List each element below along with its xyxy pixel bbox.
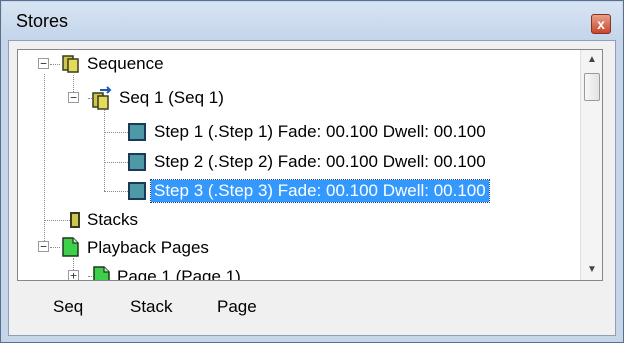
expand-expander[interactable]: + xyxy=(68,270,79,280)
step-icon xyxy=(128,123,146,141)
tree-node-step-3[interactable]: Step 3 (.Step 3) Fade: 00.100 Dwell: 00.… xyxy=(150,178,490,204)
title-bar[interactable]: Stores x xyxy=(2,2,622,40)
tree-node-playback-pages[interactable]: Playback Pages xyxy=(84,235,212,261)
tree-connector xyxy=(104,132,128,133)
stores-tree-view: − Sequence − Seq 1 (Seq 1) Step 1 (.Step… xyxy=(17,49,603,281)
tree-connector xyxy=(50,247,60,248)
scroll-thumb[interactable] xyxy=(584,73,600,101)
tree-node-label: Page 1 (Page 1) xyxy=(117,267,241,281)
close-icon: x xyxy=(597,16,605,32)
close-button[interactable]: x xyxy=(591,14,611,34)
tree-content: − Sequence − Seq 1 (Seq 1) Step 1 (.Step… xyxy=(18,50,580,280)
tree-node-label: Seq 1 (Seq 1) xyxy=(119,88,224,107)
tree-node-label: Step 2 (.Step 2) Fade: 00.100 Dwell: 00.… xyxy=(154,152,486,171)
tree-node-sequence[interactable]: Sequence xyxy=(84,51,167,77)
tree-node-step-1[interactable]: Step 1 (.Step 1) Fade: 00.100 Dwell: 00.… xyxy=(151,119,489,145)
tree-node-step-2[interactable]: Step 2 (.Step 2) Fade: 00.100 Dwell: 00.… xyxy=(151,149,489,175)
tree-connector xyxy=(104,162,128,163)
page-icon xyxy=(62,237,79,257)
collapse-expander[interactable]: − xyxy=(38,58,49,69)
tree-connector xyxy=(44,74,45,247)
collapse-expander[interactable]: − xyxy=(38,241,49,252)
tree-node-label: Step 1 (.Step 1) Fade: 00.100 Dwell: 00.… xyxy=(154,122,486,141)
tree-node-page-1[interactable]: Page 1 (Page 1) xyxy=(114,264,244,281)
window-client-area: − Sequence − Seq 1 (Seq 1) Step 1 (.Step… xyxy=(8,40,616,336)
tree-node-stacks[interactable]: Stacks xyxy=(84,207,141,233)
sequence-folder-icon xyxy=(62,55,79,73)
tree-connector xyxy=(104,191,128,192)
seq-button[interactable]: Seq xyxy=(53,297,83,317)
scroll-up-icon[interactable]: ▲ xyxy=(581,50,602,70)
step-icon xyxy=(128,182,146,200)
collapse-expander[interactable]: − xyxy=(68,92,79,103)
vertical-scrollbar[interactable]: ▲ ▼ xyxy=(580,50,602,280)
tree-connector xyxy=(44,220,70,221)
stacks-icon xyxy=(70,212,80,228)
tree-node-label: Playback Pages xyxy=(87,238,209,257)
stores-window: Stores x − Sequence − Seq 1 (Seq 1) Step… xyxy=(0,0,624,343)
scroll-down-icon[interactable]: ▼ xyxy=(581,260,602,280)
sequence-item-icon xyxy=(92,86,112,110)
tree-node-seq-1[interactable]: Seq 1 (Seq 1) xyxy=(116,85,227,111)
page-icon xyxy=(93,266,110,280)
stack-button[interactable]: Stack xyxy=(130,297,173,317)
step-icon xyxy=(128,153,146,171)
window-title: Stores xyxy=(16,11,69,31)
tree-node-label: Sequence xyxy=(87,54,164,73)
tree-connector xyxy=(50,64,60,65)
tree-node-label: Stacks xyxy=(87,210,139,229)
page-button[interactable]: Page xyxy=(217,297,257,317)
tree-node-label: Step 3 (.Step 3) Fade: 00.100 Dwell: 00.… xyxy=(150,179,490,203)
tree-connector xyxy=(104,108,105,191)
